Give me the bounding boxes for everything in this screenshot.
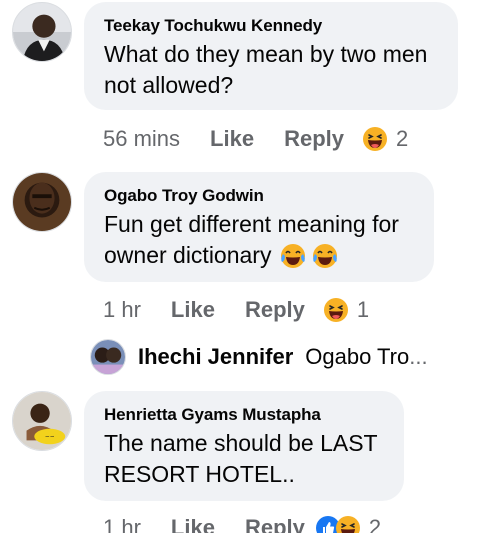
tears-of-joy-icon <box>279 242 307 270</box>
comment-meta: 1 hr Like Reply 2 <box>103 513 381 533</box>
comment-time[interactable]: 56 mins <box>103 126 180 152</box>
tears-of-joy-icon <box>311 242 339 270</box>
reaction-count: 1 <box>356 297 370 322</box>
haha-icon <box>323 297 349 323</box>
haha-icon <box>335 515 361 533</box>
reaction-count: 2 <box>368 515 382 533</box>
avatar[interactable]: ~~ <box>12 391 72 451</box>
reaction-summary[interactable]: 2 <box>362 126 408 152</box>
avatar <box>90 339 126 375</box>
avatar[interactable] <box>12 2 72 62</box>
comment-time[interactable]: 1 hr <box>103 515 141 533</box>
comment-bubble: Henrietta Gyams Mustapha The name should… <box>84 391 404 501</box>
reply-author[interactable]: Ihechi Jennifer <box>138 344 293 370</box>
like-button[interactable]: Like <box>171 297 215 323</box>
reply-button[interactable]: Reply <box>245 297 305 323</box>
reply-button[interactable]: Reply <box>284 126 344 152</box>
comment-meta: 56 mins Like Reply 2 <box>103 124 408 154</box>
comment-text: What do they mean by two men not allowed… <box>104 41 428 98</box>
comment-author[interactable]: Henrietta Gyams Mustapha <box>104 404 384 426</box>
comment-author[interactable]: Ogabo Troy Godwin <box>104 185 414 207</box>
reaction-summary[interactable]: 1 <box>323 297 369 323</box>
comment-time[interactable]: 1 hr <box>103 297 141 323</box>
comment-text: The name should be LAST RESORT HOTEL.. <box>104 430 378 487</box>
like-button[interactable]: Like <box>171 515 215 533</box>
reply-button[interactable]: Reply <box>245 515 305 533</box>
reply-preview[interactable]: Ihechi Jennifer Ogabo Tro... <box>90 339 428 375</box>
reaction-count: 2 <box>396 126 409 151</box>
comment-text: Fun get different meaning for owner dict… <box>104 211 399 270</box>
comment-meta: 1 hr Like Reply 1 <box>103 295 369 325</box>
avatar[interactable] <box>12 172 72 232</box>
reaction-summary[interactable]: 2 <box>315 515 381 533</box>
haha-icon <box>362 126 388 152</box>
svg-text:~~: ~~ <box>45 434 55 440</box>
comment-bubble: Teekay Tochukwu Kennedy What do they mea… <box>84 2 458 110</box>
reply-snippet: Ogabo Tro... <box>305 344 428 369</box>
comment-bubble: Ogabo Troy Godwin Fun get different mean… <box>84 172 434 282</box>
like-button[interactable]: Like <box>210 126 254 152</box>
comment-author[interactable]: Teekay Tochukwu Kennedy <box>104 15 438 37</box>
